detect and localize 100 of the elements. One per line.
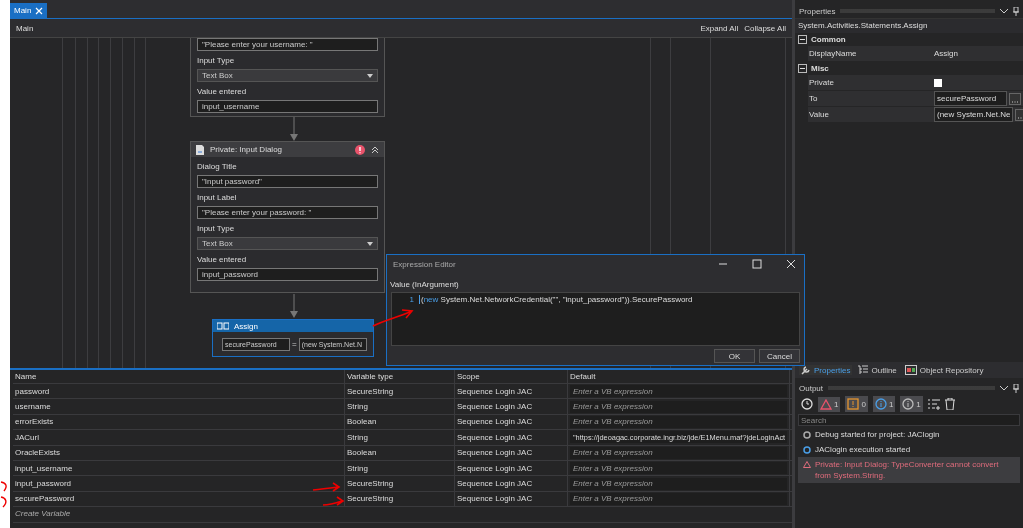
chevron-down-icon[interactable] — [1000, 8, 1008, 14]
document-tab[interactable]: Main — [10, 3, 48, 18]
collapse-toggle-icon[interactable] — [798, 64, 807, 73]
panel-tab[interactable]: Outline — [856, 365, 899, 375]
log-entry[interactable]: Private: Input Dialog: TypeConverter cannot convert from System.String. — [798, 457, 1020, 483]
annotation-arrow — [312, 482, 340, 492]
caret-icon — [367, 73, 373, 78]
collapse-toggle-icon[interactable] — [798, 35, 807, 44]
table-cell[interactable]: input_password — [13, 476, 345, 491]
activity-card[interactable]: "Please enter your username: " Input Type Text Box Value entered input_username — [190, 38, 385, 117]
property-name: Private — [808, 78, 835, 87]
maximize-icon[interactable] — [752, 259, 762, 269]
argument-label: Value (InArgument) — [390, 280, 460, 289]
panel-tab[interactable]: Object Repository — [902, 365, 986, 375]
table-cell[interactable]: input_username — [13, 460, 345, 476]
list-settings-icon[interactable] — [927, 398, 940, 410]
clock-icon[interactable] — [801, 398, 813, 410]
property-name: Value — [808, 110, 830, 119]
equals-sign: = — [292, 340, 297, 349]
cancel-button[interactable]: Cancel — [759, 349, 800, 363]
expression-field[interactable]: Enter a VB expression — [570, 415, 787, 428]
column-header[interactable]: Scope — [455, 370, 568, 383]
filter-toggle[interactable]: 1 — [818, 396, 841, 412]
expression-field[interactable]: Enter a VB expression — [570, 492, 787, 505]
expression-field[interactable]: Enter a VB expression — [570, 462, 787, 475]
expression-field[interactable]: Enter a VB expression — [570, 400, 787, 413]
annotation-mark — [0, 481, 7, 508]
collapse-icon[interactable] — [371, 145, 379, 154]
expression-field[interactable]: Enter a VB expression — [570, 385, 787, 398]
table-cell: Sequence Login JAC — [455, 445, 568, 460]
warning-triangle-icon — [820, 398, 832, 410]
pin-icon[interactable] — [1013, 383, 1019, 393]
table-cell[interactable]: OracleExists — [13, 445, 345, 460]
caret-icon — [367, 241, 373, 246]
table-cell[interactable]: password — [13, 384, 345, 399]
status-circle-icon — [803, 446, 811, 454]
input-field[interactable]: (new System.Net.Ne — [934, 107, 1014, 122]
field-label: Value entered — [197, 87, 248, 97]
table-cell: Sequence Login JAC — [455, 414, 568, 430]
table-cell: Sequence Login JAC — [455, 460, 568, 476]
table-cell[interactable]: SecureString — [345, 491, 455, 507]
annotation-arrow — [372, 309, 413, 327]
document-icon — [196, 144, 204, 155]
activity-title: Assign — [234, 321, 258, 331]
create-variable-link[interactable]: Create Variable — [15, 509, 71, 519]
table-cell: Sequence Login JAC — [455, 384, 568, 399]
column-header[interactable]: Variable type — [345, 370, 455, 383]
ok-button[interactable]: OK — [714, 349, 755, 363]
dropdown[interactable]: Text Box — [197, 237, 378, 250]
table-cell[interactable]: SecureString — [345, 476, 455, 491]
connector-arrow — [290, 294, 298, 318]
repository-icon — [904, 365, 917, 375]
expression-field[interactable]: Enter a VB expression — [570, 477, 787, 490]
warning-square-icon — [847, 398, 860, 410]
input-field[interactable]: input_password — [197, 268, 378, 281]
pin-icon[interactable] — [1013, 6, 1019, 16]
input-field[interactable]: "Input password" — [197, 175, 378, 188]
chevron-down-icon[interactable] — [1000, 385, 1008, 391]
panel-tab[interactable]: Properties — [799, 365, 853, 375]
close-icon[interactable] — [786, 259, 796, 269]
input-field[interactable]: securePassword — [934, 91, 1007, 106]
table-cell[interactable]: errorExists — [13, 414, 345, 430]
expand-all-link[interactable]: Expand All — [700, 23, 739, 33]
dropdown[interactable]: Text Box — [197, 69, 378, 82]
table-cell[interactable]: username — [13, 399, 345, 414]
table-cell: Sequence Login JAC — [455, 491, 568, 507]
property-name: DisplayName — [808, 49, 858, 58]
table-cell[interactable]: JACurl — [13, 430, 345, 445]
filter-toggle[interactable]: 1 — [900, 396, 923, 412]
outline-list-icon — [858, 365, 869, 375]
code-editor[interactable]: 1 (new System.Net.NetworkCredential("", "input_password")).SecurePassword — [391, 292, 800, 346]
search-field[interactable]: Search — [798, 414, 1020, 426]
filter-toggle[interactable]: 0 — [845, 396, 868, 412]
input-field[interactable]: "Please enter your username: " — [197, 38, 378, 51]
trash-icon[interactable] — [944, 398, 955, 410]
dialog-title: Expression Editor — [393, 259, 456, 269]
table-cell: Sequence Login JAC — [455, 399, 568, 414]
checkbox[interactable] — [934, 78, 942, 87]
line-number: 1 — [408, 295, 414, 304]
log-entry[interactable]: Debug started for project: JAClogin — [798, 427, 1020, 442]
table-cell[interactable]: String — [345, 430, 455, 445]
table-cell[interactable]: securePassword — [13, 491, 345, 507]
log-entry[interactable]: JAClogin execution started — [798, 442, 1020, 457]
input-field[interactable]: "Please enter your password: " — [197, 206, 378, 219]
more-icon[interactable] — [1009, 92, 1021, 105]
input-field[interactable]: input_username — [197, 100, 378, 113]
collapse-all-link[interactable]: Collapse All — [744, 23, 786, 33]
filter-toggle[interactable]: 1 — [872, 396, 896, 412]
table-cell[interactable]: SecureString — [345, 384, 455, 399]
field-label: Value entered — [197, 255, 248, 265]
table-cell[interactable]: Boolean — [345, 445, 455, 460]
property-value[interactable]: Assign — [934, 49, 958, 58]
table-cell[interactable]: Boolean — [345, 414, 455, 430]
column-header[interactable]: Default — [568, 370, 790, 383]
activity-card[interactable]: Private: Input Dialog Dialog Title "Input password" Input Label "Please enter your password: " Input Type Text Box Value entered input_password — [190, 141, 385, 293]
table-cell[interactable]: String — [345, 399, 455, 414]
breadcrumb[interactable]: Main — [16, 23, 34, 33]
column-header[interactable]: Name — [13, 370, 345, 383]
table-cell[interactable]: String — [345, 460, 455, 476]
expression-field[interactable]: Enter a VB expression — [570, 446, 787, 459]
